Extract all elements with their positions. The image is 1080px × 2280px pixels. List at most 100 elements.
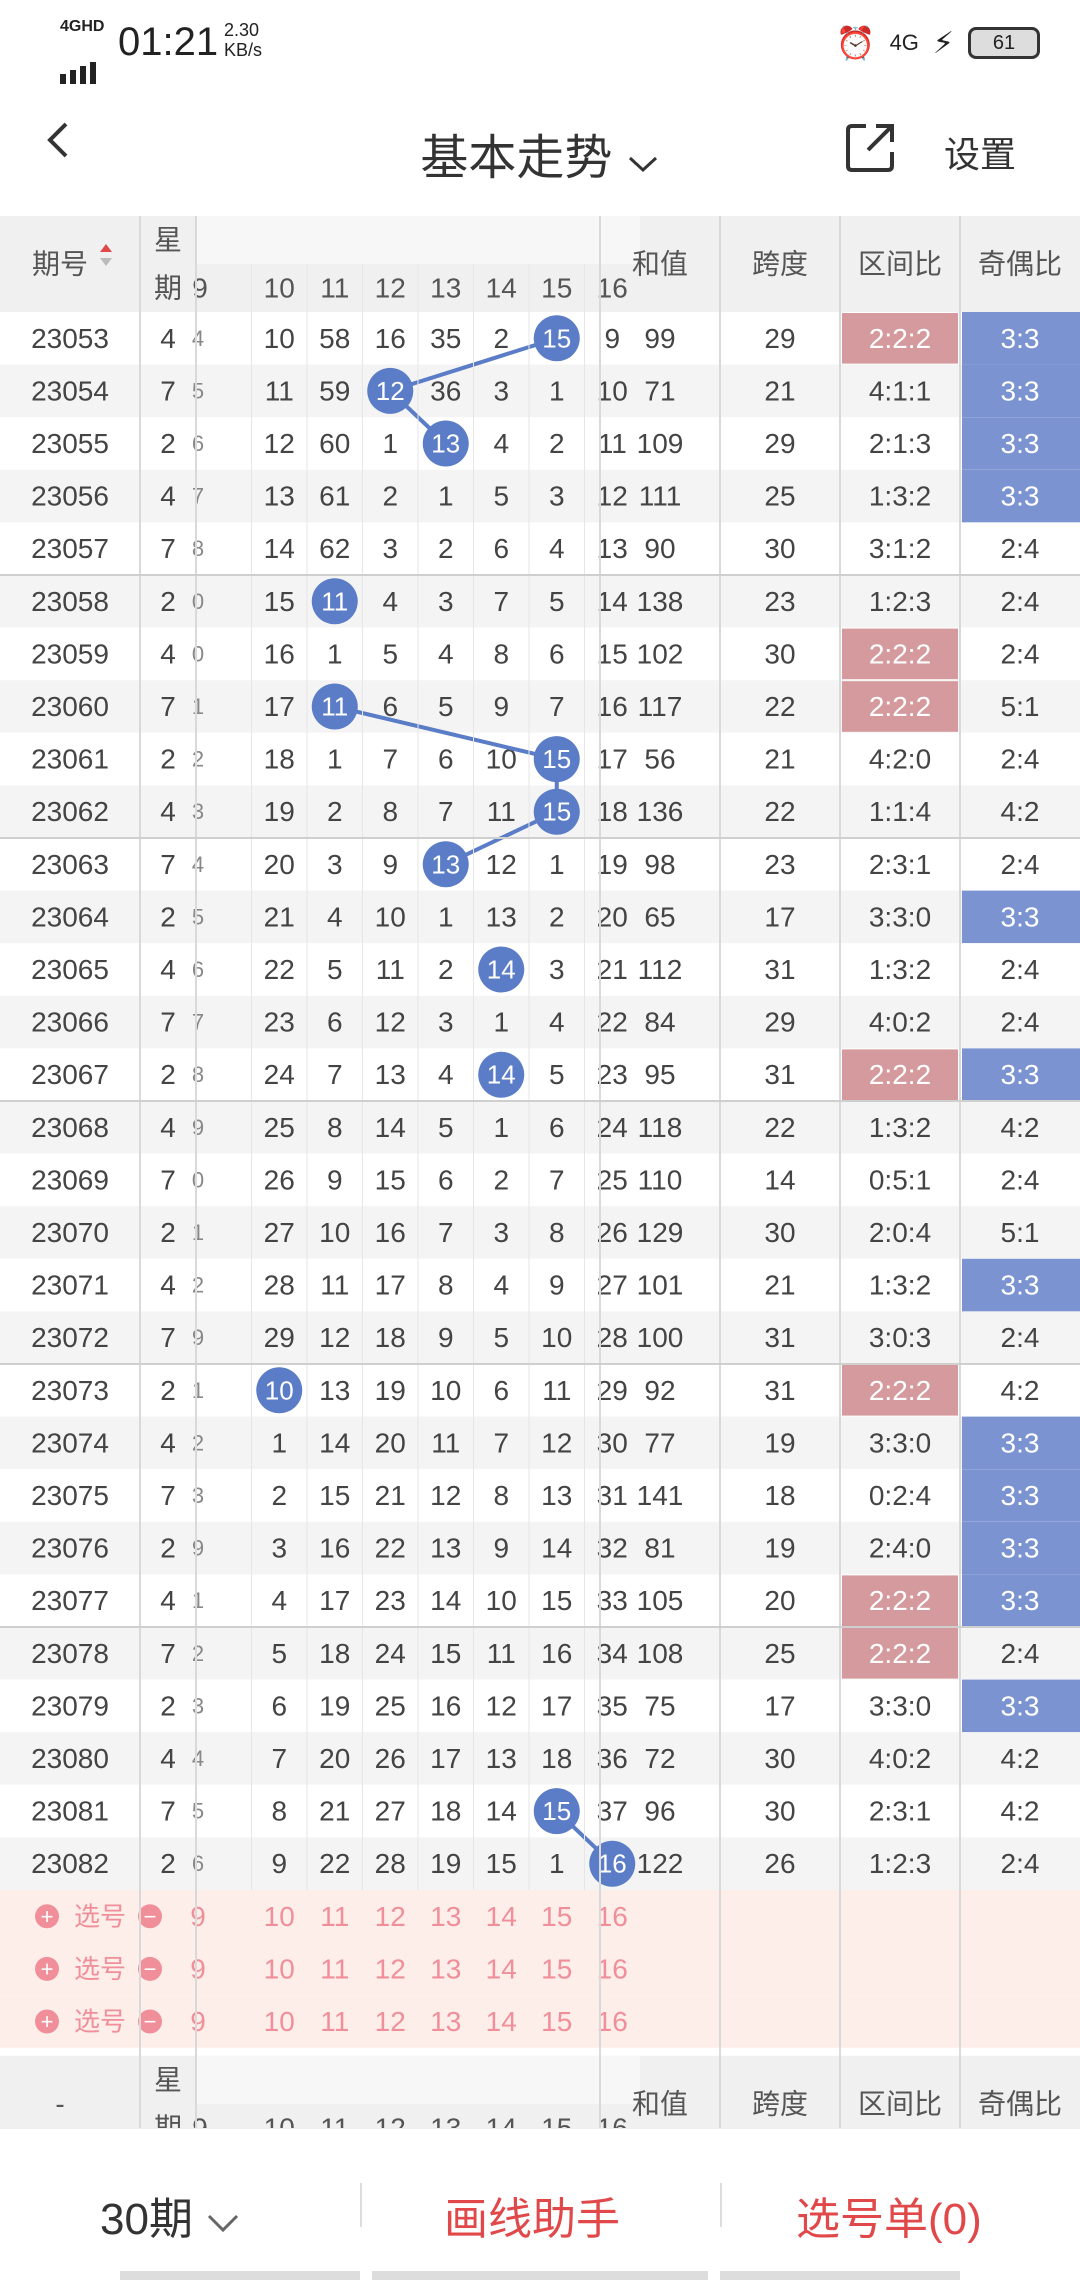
share-icon[interactable] bbox=[842, 120, 898, 176]
number-cell: 8 bbox=[382, 796, 398, 827]
chart-type-dropdown[interactable]: 基本走势 bbox=[0, 118, 1080, 188]
number-cell: 11 bbox=[320, 1270, 349, 1301]
number-cell: 4 bbox=[327, 901, 343, 932]
number-cell: 14 bbox=[597, 586, 628, 617]
number-cell: 36 bbox=[430, 375, 461, 406]
picker-number[interactable]: 16 bbox=[597, 1953, 628, 1984]
settings-button[interactable]: 设置 bbox=[944, 126, 1016, 178]
picker-number[interactable]: 14 bbox=[486, 2006, 517, 2037]
bottom-number-col-header-15: 15 bbox=[541, 2112, 572, 2128]
weekday-cell: 2 bbox=[160, 428, 176, 459]
picker-number[interactable]: 14 bbox=[486, 1901, 517, 1932]
number-cell: 6 bbox=[549, 638, 565, 669]
number-cell: 2 bbox=[192, 1273, 204, 1298]
number-cell: 12 bbox=[375, 1007, 406, 1038]
number-cell: 26 bbox=[597, 1217, 628, 1248]
picker-number[interactable]: 12 bbox=[375, 1901, 406, 1932]
odd-even-cell: 2:4 bbox=[1001, 1007, 1040, 1038]
number-cell: 13 bbox=[597, 533, 628, 564]
picker-number[interactable]: 9 bbox=[190, 2006, 206, 2037]
picker-number[interactable]: 15 bbox=[541, 1901, 572, 1932]
number-cell: 5 bbox=[549, 1059, 565, 1090]
issue-cell: 23076 bbox=[31, 1533, 109, 1564]
picker-number[interactable]: 10 bbox=[264, 2006, 295, 2037]
picker-number[interactable]: 12 bbox=[375, 1953, 406, 1984]
picker-number[interactable]: 14 bbox=[486, 1953, 517, 1984]
number-cell: 3 bbox=[192, 1693, 204, 1718]
number-cell: 4 bbox=[271, 1585, 287, 1616]
picker-number[interactable]: 11 bbox=[320, 1953, 349, 1984]
picker-number[interactable]: 10 bbox=[264, 1953, 295, 1984]
weekday-cell: 4 bbox=[160, 638, 176, 669]
odd-even-cell: 3:3 bbox=[1001, 375, 1040, 406]
number-cell: 9 bbox=[327, 1164, 343, 1195]
number-cell: 17 bbox=[264, 691, 295, 722]
number-cell: 28 bbox=[597, 1322, 628, 1353]
number-cell: 17 bbox=[375, 1270, 406, 1301]
number-cell: 5 bbox=[493, 481, 509, 512]
picker-number[interactable]: 11 bbox=[320, 1901, 349, 1932]
picker-number[interactable]: 9 bbox=[190, 1901, 206, 1932]
number-cell: 18 bbox=[541, 1743, 572, 1774]
issue-cell: 23067 bbox=[31, 1059, 109, 1090]
chevron-down-icon bbox=[628, 156, 657, 173]
picker-number[interactable]: 16 bbox=[597, 1901, 628, 1932]
number-cell: 23 bbox=[597, 1059, 628, 1090]
issue-cell: 23060 bbox=[31, 691, 109, 722]
picker-number[interactable]: 12 bbox=[375, 2006, 406, 2037]
number-cell: 2 bbox=[493, 1164, 509, 1195]
sum-cell: 101 bbox=[637, 1270, 684, 1301]
weekday-cell: 2 bbox=[160, 744, 176, 775]
weekday-cell: 2 bbox=[160, 1848, 176, 1879]
odd-even-cell: 5:1 bbox=[1001, 1217, 1040, 1248]
number-cell: 14 bbox=[486, 1796, 517, 1827]
period-selector[interactable]: 30期 bbox=[100, 2183, 241, 2247]
minus-glyph: − bbox=[144, 1904, 157, 1929]
number-col-header-9: 9 bbox=[192, 273, 208, 304]
odd-even-cell: 4:2 bbox=[1001, 1375, 1040, 1406]
zone-ratio-cell: 4:0:2 bbox=[869, 1007, 931, 1038]
weekday-cell: 7 bbox=[160, 375, 176, 406]
plus-glyph: + bbox=[41, 1956, 54, 1981]
sum-cell: 81 bbox=[644, 1533, 675, 1564]
number-cell: 10 bbox=[264, 323, 295, 354]
number-cell: 23 bbox=[375, 1585, 406, 1616]
picker-number[interactable]: 11 bbox=[320, 2006, 349, 2037]
span-cell: 19 bbox=[764, 1427, 795, 1458]
number-cell: 1 bbox=[327, 638, 343, 669]
number-cell: 37 bbox=[597, 1796, 628, 1827]
weekday-cell: 4 bbox=[160, 1743, 176, 1774]
span-cell: 30 bbox=[764, 1796, 795, 1827]
zone-ratio-cell: 2:2:2 bbox=[869, 638, 931, 669]
zone-ratio-cell: 4:2:0 bbox=[869, 744, 931, 775]
number-cell: 10 bbox=[319, 1217, 350, 1248]
odd-even-cell: 2:4 bbox=[1001, 744, 1040, 775]
weekday-cell: 7 bbox=[160, 1007, 176, 1038]
span-cell: 19 bbox=[764, 1533, 795, 1564]
odd-even-header: 奇偶比 bbox=[978, 249, 1062, 280]
bottom-number-col-header-14: 14 bbox=[486, 2112, 517, 2128]
picker-number[interactable]: 10 bbox=[264, 1901, 295, 1932]
issue-cell: 23071 bbox=[31, 1270, 109, 1301]
network-type: 4GHD bbox=[60, 18, 105, 35]
picker-number[interactable]: 15 bbox=[541, 2006, 572, 2037]
picker-number[interactable]: 13 bbox=[430, 2006, 461, 2037]
span-cell: 30 bbox=[764, 638, 795, 669]
weekday-cell: 7 bbox=[160, 1164, 176, 1195]
status-bar: 4GHD 01:21 2.30 KB/s ⏰ 4G ⚡ 61 bbox=[0, 0, 1080, 84]
number-cell: 28 bbox=[264, 1270, 295, 1301]
picker-number[interactable]: 9 bbox=[190, 1953, 206, 1984]
selection-slip-button[interactable]: 选号单(0) bbox=[796, 2183, 982, 2247]
weekday-cell: 2 bbox=[160, 1690, 176, 1721]
span-cell: 21 bbox=[764, 375, 795, 406]
picker-number[interactable]: 13 bbox=[430, 1953, 461, 1984]
number-col-header-12: 12 bbox=[375, 273, 406, 304]
odd-even-cell: 3:3 bbox=[1001, 1533, 1040, 1564]
number-cell: 29 bbox=[264, 1322, 295, 1353]
picker-number[interactable]: 13 bbox=[430, 1901, 461, 1932]
picker-number[interactable]: 16 bbox=[597, 2006, 628, 2037]
span-cell: 25 bbox=[764, 1638, 795, 1669]
picker-number[interactable]: 15 bbox=[541, 1953, 572, 1984]
number-cell: 4 bbox=[192, 852, 204, 877]
draw-line-helper-button[interactable]: 画线助手 bbox=[444, 2183, 620, 2247]
